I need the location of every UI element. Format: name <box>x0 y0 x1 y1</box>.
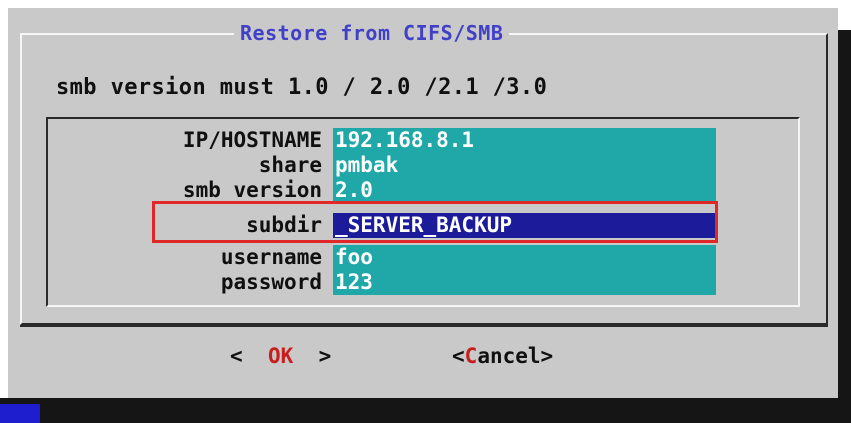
password-field[interactable]: 123 <box>333 270 716 295</box>
share-label: share <box>258 153 322 177</box>
ok-close-bracket: > <box>318 344 332 368</box>
ok-hotkey: O <box>267 344 281 368</box>
ip-hostname-field[interactable]: 192.168.8.1 <box>333 128 716 153</box>
dialog-title: Restore from CIFS/SMB <box>234 20 510 46</box>
form-row-ip-hostname: IP/HOSTNAME 192.168.8.1 <box>108 128 718 153</box>
cancel-open-bracket: < <box>452 344 465 368</box>
form-row-share: share pmbak <box>108 153 718 178</box>
cancel-close-bracket: > <box>540 344 554 368</box>
terminal-screen: Restore from CIFS/SMB smb version must 1… <box>0 0 851 423</box>
subdir-highlight-box <box>152 201 718 243</box>
button-separator <box>20 325 828 327</box>
form-row-username: username foo <box>108 245 718 270</box>
form-row-password: password 123 <box>108 270 718 295</box>
ok-open-bracket: < <box>230 344 243 368</box>
ok-label-rest: K <box>280 344 294 368</box>
smb-version-field[interactable]: 2.0 <box>333 178 716 203</box>
ok-button[interactable]: < OK > <box>230 342 331 370</box>
smb-version-label: smb version <box>182 178 322 202</box>
form-row-smb-version: smb version 2.0 <box>108 178 718 203</box>
username-label: username <box>220 245 322 269</box>
username-field[interactable]: foo <box>333 245 716 270</box>
dialog-shadow-bottom <box>0 398 851 423</box>
button-bar: < OK > <Cancel> <box>20 328 828 384</box>
password-label: password <box>220 270 322 294</box>
ip-hostname-label: IP/HOSTNAME <box>182 128 322 152</box>
cancel-button[interactable]: <Cancel> <box>452 342 553 370</box>
background-corner <box>0 404 40 423</box>
dialog-message: smb version must 1.0 / 2.0 /2.1 /3.0 <box>56 75 548 100</box>
share-field[interactable]: pmbak <box>333 153 716 178</box>
cancel-hotkey: C <box>464 344 478 368</box>
cancel-label-rest: ancel <box>477 344 541 368</box>
dialog-shadow-right <box>838 30 851 398</box>
